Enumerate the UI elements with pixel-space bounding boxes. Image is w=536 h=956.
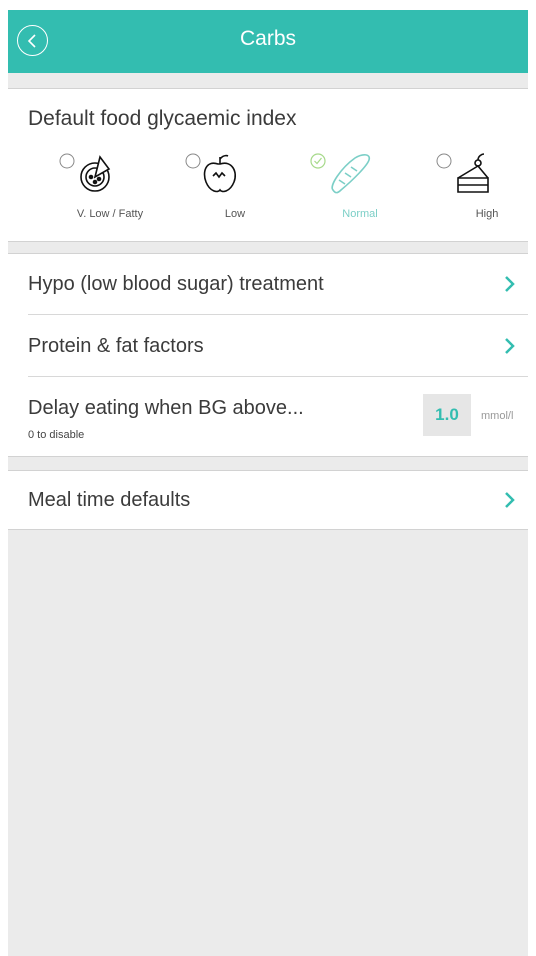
delay-eating-label: Delay eating when BG above... xyxy=(28,397,304,419)
gi-option-high[interactable]: High xyxy=(432,144,528,224)
gi-title: Default food glycaemic index xyxy=(28,107,297,130)
protein-fat-label: Protein & fat factors xyxy=(28,335,204,357)
apple-icon xyxy=(203,154,236,193)
check-circle-icon xyxy=(310,153,326,169)
gi-label-high: High xyxy=(475,208,499,220)
gi-card: Default food glycaemic index V. Low / Fa… xyxy=(8,88,528,242)
settings-list: Hypo (low blood sugar) treatment Protein… xyxy=(8,253,528,457)
pizza-icon xyxy=(80,155,111,192)
row-divider xyxy=(28,314,528,315)
chevron-right-icon xyxy=(505,276,515,292)
chevron-right-icon xyxy=(505,338,515,354)
gi-label-low: Low xyxy=(224,208,246,220)
gi-label-vlow: V. Low / Fatty xyxy=(76,208,144,220)
meal-defaults-row[interactable]: Meal time defaults xyxy=(8,471,528,529)
radio-icon xyxy=(59,153,75,169)
gi-option-low[interactable]: Low xyxy=(180,144,290,224)
delay-eating-hint: 0 to disable xyxy=(28,429,85,441)
gi-option-normal[interactable]: Normal xyxy=(305,144,415,224)
row-divider xyxy=(28,376,528,377)
radio-icon xyxy=(185,153,201,169)
gi-option-vlow[interactable]: V. Low / Fatty xyxy=(55,144,165,224)
chevron-right-icon xyxy=(505,492,515,508)
delay-eating-value-input[interactable]: 1.0 xyxy=(423,394,471,436)
bread-icon xyxy=(331,154,371,194)
radio-icon xyxy=(436,153,452,169)
hypo-treatment-row[interactable]: Hypo (low blood sugar) treatment xyxy=(8,254,528,315)
hypo-treatment-label: Hypo (low blood sugar) treatment xyxy=(28,273,324,295)
gi-label-normal: Normal xyxy=(342,208,378,220)
meal-defaults-card: Meal time defaults xyxy=(8,470,528,530)
page-title: Carbs xyxy=(239,27,297,50)
delay-eating-row: Delay eating when BG above... 0 to disab… xyxy=(8,378,528,456)
app-screen: Carbs Default food glycaemic index V. Lo… xyxy=(8,10,528,956)
delay-eating-unit: mmol/l xyxy=(481,410,514,422)
protein-fat-row[interactable]: Protein & fat factors xyxy=(8,316,528,377)
header-bar: Carbs xyxy=(8,10,528,73)
meal-defaults-label: Meal time defaults xyxy=(28,489,191,511)
cake-icon xyxy=(457,153,489,193)
